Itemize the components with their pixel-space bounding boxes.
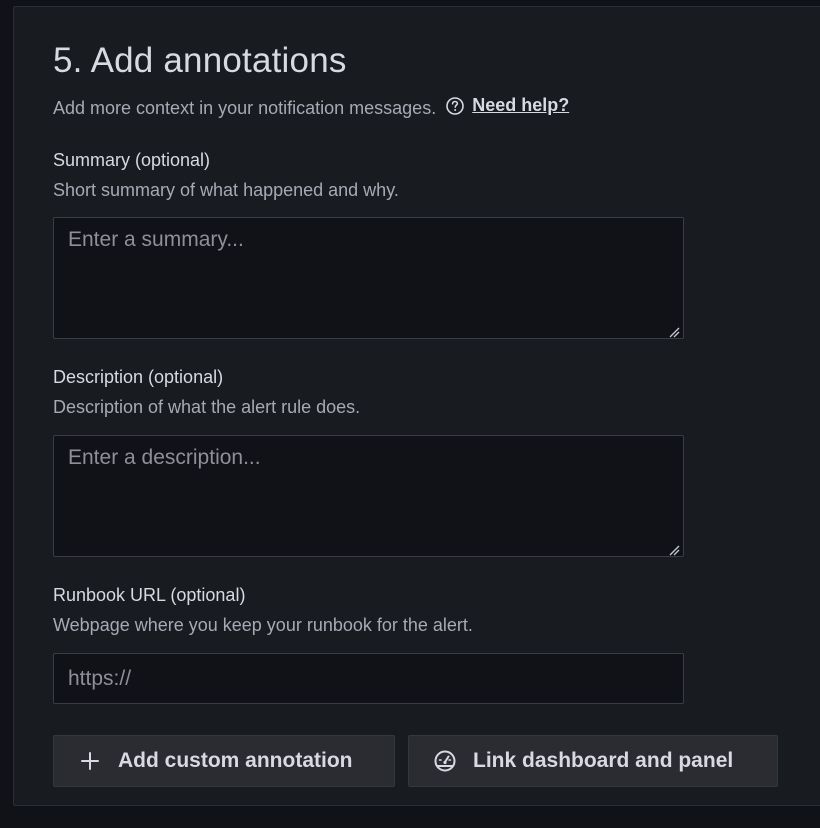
need-help-label: Need help? — [472, 95, 570, 115]
add-custom-annotation-label: Add custom annotation — [118, 749, 353, 772]
link-dashboard-panel-button[interactable]: Link dashboard and panel — [408, 735, 778, 787]
description-textarea[interactable] — [53, 435, 684, 557]
description-resize-handle[interactable] — [668, 543, 680, 556]
runbook-description: Webpage where you keep your runbook for … — [53, 615, 473, 635]
plus-icon — [78, 749, 102, 773]
add-custom-annotation-button[interactable]: Add custom annotation — [53, 735, 395, 787]
summary-label: Summary (optional) — [53, 150, 211, 170]
section-title: 5. Add annotations — [53, 41, 347, 80]
link-dashboard-panel-label: Link dashboard and panel — [473, 749, 734, 772]
annotations-section: 5. Add annotations Add more context in y… — [13, 6, 820, 806]
section-subtitle-row: Add more context in your notification me… — [53, 95, 569, 119]
question-circle-icon — [445, 96, 465, 116]
need-help-link[interactable]: Need help? — [445, 95, 569, 116]
description-label: Description (optional) — [53, 367, 224, 387]
dashboard-gauge-icon — [433, 749, 457, 773]
section-subtitle: Add more context in your notification me… — [53, 98, 437, 118]
summary-resize-handle[interactable] — [668, 325, 680, 338]
summary-description: Short summary of what happened and why. — [53, 180, 399, 200]
summary-textarea[interactable] — [53, 217, 684, 339]
description-description: Description of what the alert rule does. — [53, 397, 361, 417]
runbook-url-input[interactable] — [53, 653, 684, 704]
runbook-label: Runbook URL (optional) — [53, 585, 246, 605]
